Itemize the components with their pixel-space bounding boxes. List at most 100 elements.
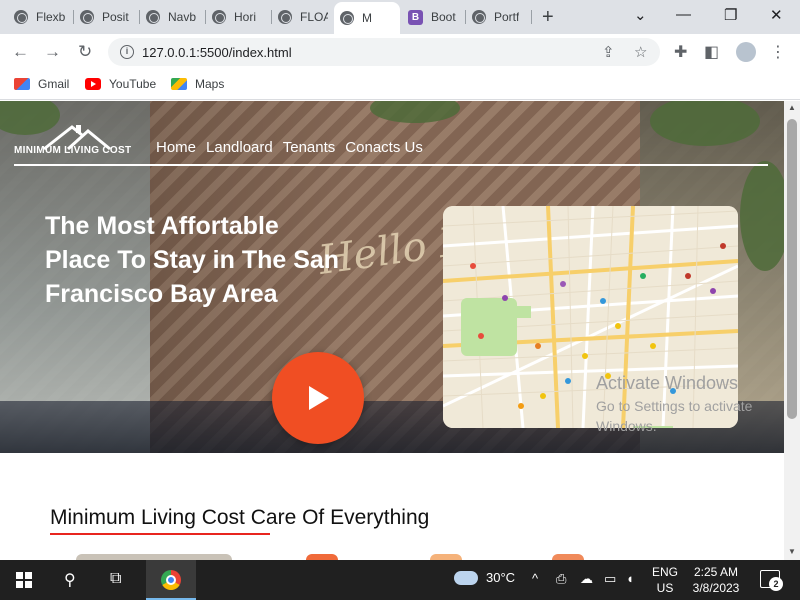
- maps-icon: [171, 78, 187, 90]
- logo-text: MINIMUM LIVING COST: [14, 145, 132, 156]
- nav-contact[interactable]: Conacts Us: [345, 139, 423, 156]
- intro-section: Minimum Living Cost Care Of Everything: [0, 453, 784, 560]
- task-view-icon[interactable]: ⧉: [110, 570, 121, 588]
- taskbar-chrome[interactable]: [146, 560, 196, 600]
- notification-icon[interactable]: 2: [760, 570, 783, 591]
- hero-headline: The Most Affortable Place To Stay in The…: [45, 212, 340, 308]
- new-tab-button[interactable]: +: [542, 6, 554, 29]
- nav-landlord[interactable]: Landloard: [206, 139, 273, 156]
- globe-icon: [212, 10, 226, 24]
- youtube-icon: [85, 78, 101, 90]
- page-viewport: Hello Hust MINIMUM LIVING COST Home Land…: [0, 101, 784, 560]
- page-scrollbar[interactable]: ▲ ▼: [784, 101, 800, 560]
- globe-icon: [278, 10, 292, 24]
- notification-count: 2: [769, 577, 783, 591]
- tab-bootstrap[interactable]: B Boot: [402, 4, 466, 30]
- globe-icon: [146, 10, 160, 24]
- browser-toolbar: ← → ↻ i 127.0.0.1:5500/index.html ⇪ ☆ ✚ …: [0, 34, 800, 70]
- clock-time: 2:25 AM: [693, 565, 739, 579]
- section-title-rest: Care Of Everything: [244, 506, 430, 529]
- search-icon[interactable]: ⚲: [64, 570, 76, 590]
- watermark-title: Activate Windows: [596, 373, 739, 393]
- nav-divider: [14, 164, 768, 166]
- windows-start-icon[interactable]: [16, 572, 32, 588]
- bookmark-gmail[interactable]: Gmail: [14, 77, 69, 91]
- tab-label: Portf: [494, 10, 520, 24]
- cloud-icon: [454, 570, 478, 585]
- bookmark-label: YouTube: [109, 77, 157, 91]
- bookmark-label: Gmail: [38, 77, 70, 91]
- scroll-up-icon[interactable]: ▲: [788, 103, 796, 112]
- reload-icon[interactable]: ↻: [78, 42, 92, 62]
- activate-windows-watermark: Activate Windows Go to Settings to activ…: [596, 373, 776, 436]
- chrome-icon: [161, 570, 181, 590]
- tab-search-icon[interactable]: ⌄: [634, 6, 647, 24]
- share-icon[interactable]: ⇪: [602, 43, 615, 61]
- plant-decoration: [740, 161, 784, 271]
- minimize-button[interactable]: —: [676, 6, 691, 23]
- bookmark-star-icon[interactable]: ☆: [634, 43, 647, 61]
- onedrive-icon[interactable]: ☁: [580, 571, 593, 587]
- tab-strip: Flexb Posit Navb Hori FLOA M B Boot Port…: [0, 0, 800, 34]
- windows-taskbar: ⚲ ⧉ 30°C ^ ⎙ ☁ ▭ ◖ ENG US 2:25 AM 3/8/20…: [0, 560, 800, 600]
- tab-label: Flexb: [36, 10, 66, 24]
- tab-horizontal[interactable]: Hori: [206, 4, 272, 30]
- side-panel-icon[interactable]: ◧: [704, 42, 719, 62]
- globe-icon: [14, 10, 28, 24]
- tab-label: Boot: [431, 10, 456, 24]
- info-icon[interactable]: i: [120, 45, 134, 59]
- bookmark-youtube[interactable]: YouTube: [85, 77, 156, 91]
- tab-portfolio[interactable]: Portf: [466, 4, 532, 30]
- tab-position[interactable]: Posit: [74, 4, 140, 30]
- menu-dots-icon[interactable]: ⋮: [770, 42, 786, 62]
- close-button[interactable]: ✕: [770, 6, 783, 24]
- clock[interactable]: 2:25 AM 3/8/2023: [686, 564, 746, 596]
- tab-navbar[interactable]: Navb: [140, 4, 206, 30]
- bootstrap-icon: B: [408, 9, 423, 25]
- chevron-up-icon[interactable]: ^: [532, 571, 538, 586]
- play-icon: [309, 386, 329, 410]
- gmail-icon: [14, 78, 30, 90]
- globe-icon: [472, 10, 486, 24]
- tab-label: Posit: [102, 10, 129, 24]
- tab-label: Navb: [168, 10, 197, 24]
- back-arrow-icon[interactable]: ←: [12, 42, 29, 62]
- tab-active[interactable]: M: [334, 2, 400, 34]
- extensions-icon[interactable]: ✚: [674, 42, 687, 62]
- battery-icon[interactable]: ▭: [604, 571, 616, 587]
- tab-flexbox[interactable]: Flexb: [8, 4, 74, 30]
- plant-decoration: [370, 101, 460, 123]
- nav-home[interactable]: Home: [156, 139, 196, 156]
- restore-button[interactable]: ❐: [724, 6, 737, 24]
- scroll-thumb[interactable]: [787, 119, 797, 419]
- temperature: 30°C: [486, 570, 516, 585]
- volume-icon[interactable]: ◖: [626, 571, 634, 586]
- avatar[interactable]: [736, 42, 756, 62]
- main-nav: Home Landloard Tenants Conacts Us: [156, 139, 423, 156]
- globe-icon: [80, 10, 94, 24]
- tab-label: Hori: [234, 10, 257, 24]
- play-button[interactable]: [272, 352, 364, 444]
- title-underline: [50, 533, 270, 535]
- tab-float[interactable]: FLOA: [272, 4, 334, 30]
- tab-label: M: [362, 11, 372, 25]
- logo[interactable]: MINIMUM LIVING COST: [14, 119, 132, 159]
- globe-icon: [340, 11, 354, 25]
- url-text[interactable]: 127.0.0.1:5500/index.html: [142, 45, 292, 60]
- address-bar[interactable]: i 127.0.0.1:5500/index.html ⇪ ☆: [108, 38, 660, 66]
- bookmark-maps[interactable]: Maps: [171, 77, 224, 91]
- clock-date: 3/8/2023: [692, 581, 740, 595]
- section-title-highlight: Minimum Living Cost: [50, 506, 245, 529]
- forward-arrow-icon[interactable]: →: [44, 42, 61, 62]
- language-indicator[interactable]: ENG US: [648, 564, 682, 596]
- section-title: Minimum Living Cost Care Of Everything: [50, 506, 429, 530]
- bookmark-label: Maps: [195, 77, 225, 91]
- watermark-subtitle: Go to Settings to activate Windows.: [596, 398, 753, 434]
- language-code: ENG: [651, 565, 678, 579]
- weather-widget[interactable]: 30°C: [454, 570, 515, 585]
- scroll-down-icon[interactable]: ▼: [788, 547, 796, 556]
- nav-tenants[interactable]: Tenants: [283, 139, 336, 156]
- meet-icon[interactable]: ⎙: [556, 571, 566, 587]
- bookmarks-bar: Gmail YouTube Maps: [0, 70, 800, 100]
- language-region: US: [656, 581, 674, 595]
